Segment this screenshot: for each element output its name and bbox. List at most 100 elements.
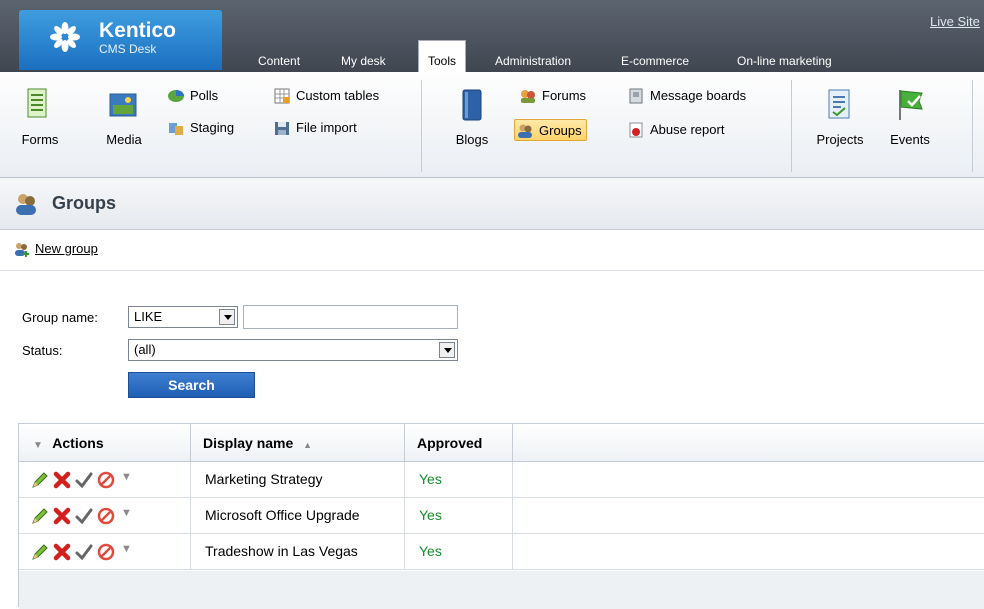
projects-label: Projects xyxy=(816,132,864,147)
media-icon xyxy=(109,93,137,117)
app-name: Kentico xyxy=(99,19,177,42)
tab-content[interactable]: Content xyxy=(258,51,300,72)
edit-icon[interactable] xyxy=(31,543,49,561)
sort-ascending-icon: ▲ xyxy=(303,440,313,450)
file-import-button[interactable]: File import xyxy=(272,117,357,139)
custom-tables-button[interactable]: Custom tables xyxy=(272,85,379,107)
display-name-cell: Marketing Strategy xyxy=(191,462,405,497)
tab-administration[interactable]: Administration xyxy=(495,51,571,72)
forums-label: Forums xyxy=(542,88,587,103)
table-row: ▼ Marketing Strategy Yes xyxy=(19,462,984,498)
delete-icon[interactable] xyxy=(53,471,71,489)
forms-button[interactable]: Forms xyxy=(18,84,62,154)
page-title-bar: Groups xyxy=(0,178,984,230)
actions-header-label: Actions xyxy=(52,435,104,451)
page-title: Groups xyxy=(52,193,117,213)
forms-label: Forms xyxy=(21,132,59,147)
blogs-icon xyxy=(462,89,482,121)
polls-icon xyxy=(168,90,184,102)
chevron-down-icon[interactable]: ▼ xyxy=(121,507,139,525)
kentico-logo[interactable]: Kentico CMS Desk xyxy=(19,10,222,70)
media-button[interactable]: Media xyxy=(98,84,150,154)
edit-icon[interactable] xyxy=(31,507,49,525)
chevron-down-icon: ▼ xyxy=(33,440,43,451)
display-name-cell: Microsoft Office Upgrade xyxy=(191,498,405,533)
delete-icon[interactable] xyxy=(53,507,71,525)
display-name-header[interactable]: Display name ▲ xyxy=(191,424,405,462)
group-name-input[interactable] xyxy=(243,305,458,329)
staging-label: Staging xyxy=(190,120,235,135)
staging-button[interactable]: Staging xyxy=(166,117,234,139)
approve-icon[interactable] xyxy=(75,543,93,561)
reject-icon[interactable] xyxy=(97,471,115,489)
new-group-label: New group xyxy=(35,241,98,256)
forms-icon xyxy=(27,88,47,118)
ribbon-toolbar: Forms Media Polls Staging Custom tables … xyxy=(0,72,984,178)
groups-grid: ▼ Actions Display name ▲ Approved ▼ Mark… xyxy=(18,423,984,609)
kentico-flower-icon xyxy=(50,22,80,52)
ribbon-separator xyxy=(791,80,792,172)
new-group-link[interactable]: New group xyxy=(14,241,98,257)
edit-icon[interactable] xyxy=(31,471,49,489)
message-boards-icon xyxy=(629,88,643,104)
custom-tables-icon xyxy=(274,88,290,104)
reject-icon[interactable] xyxy=(97,507,115,525)
groups-button[interactable]: Groups xyxy=(514,119,587,141)
table-row: ▼ Microsoft Office Upgrade Yes xyxy=(19,498,984,534)
groups-icon xyxy=(518,124,532,138)
app-subtitle: CMS Desk xyxy=(99,42,157,56)
approve-icon[interactable] xyxy=(75,507,93,525)
abuse-report-button[interactable]: Abuse report xyxy=(626,119,724,141)
status-select[interactable]: (all) xyxy=(128,339,458,361)
staging-icon xyxy=(169,123,183,135)
delete-icon[interactable] xyxy=(53,543,71,561)
reject-icon[interactable] xyxy=(97,543,115,561)
projects-button[interactable]: Projects xyxy=(808,84,872,154)
display-name-header-label: Display name xyxy=(203,435,294,451)
blogs-label: Blogs xyxy=(455,132,489,147)
tab-tools[interactable]: Tools xyxy=(418,40,467,73)
live-site-link[interactable]: Live Site xyxy=(930,14,980,29)
abuse-report-label: Abuse report xyxy=(650,122,725,137)
chevron-down-icon xyxy=(219,309,235,325)
tab-on-line-marketing[interactable]: On-line marketing xyxy=(737,51,832,72)
new-group-icon xyxy=(15,243,29,257)
tab-e-commerce[interactable]: E-commerce xyxy=(621,51,689,72)
chevron-down-icon[interactable]: ▼ xyxy=(121,471,139,489)
polls-label: Polls xyxy=(190,88,219,103)
file-import-icon xyxy=(275,122,289,135)
forums-icon xyxy=(521,90,535,103)
media-label: Media xyxy=(106,132,142,147)
grid-footer xyxy=(19,571,984,609)
custom-tables-label: Custom tables xyxy=(296,88,380,103)
status-value: (all) xyxy=(134,342,156,357)
forums-button[interactable]: Forums xyxy=(518,85,586,107)
approved-header-label: Approved xyxy=(417,435,483,451)
tab-my-desk[interactable]: My desk xyxy=(341,51,386,72)
events-label: Events xyxy=(890,132,930,147)
approve-icon[interactable] xyxy=(75,471,93,489)
events-icon xyxy=(899,90,923,120)
ribbon-separator xyxy=(421,80,422,172)
file-import-label: File import xyxy=(296,120,357,135)
groups-label: Groups xyxy=(539,123,582,138)
group-name-operator-select[interactable]: LIKE xyxy=(128,306,238,328)
approved-header[interactable]: Approved xyxy=(405,424,513,462)
search-button[interactable]: Search xyxy=(128,372,255,398)
groups-icon xyxy=(16,194,36,215)
message-boards-label: Message boards xyxy=(650,88,747,103)
blogs-button[interactable]: Blogs xyxy=(447,84,497,154)
message-boards-button[interactable]: Message boards xyxy=(626,85,746,107)
status-label: Status: xyxy=(22,343,63,358)
events-button[interactable]: Events xyxy=(880,84,940,154)
display-name-cell: Tradeshow in Las Vegas xyxy=(191,534,405,569)
chevron-down-icon[interactable]: ▼ xyxy=(121,543,139,561)
table-row: ▼ Tradeshow in Las Vegas Yes xyxy=(19,534,984,570)
abuse-report-icon xyxy=(629,122,643,138)
approved-cell: Yes xyxy=(405,498,513,533)
operator-value: LIKE xyxy=(134,309,163,324)
actions-header[interactable]: ▼ Actions xyxy=(19,424,191,462)
approved-cell: Yes xyxy=(405,534,513,569)
polls-button[interactable]: Polls xyxy=(166,85,218,107)
group-name-label: Group name: xyxy=(22,310,98,325)
